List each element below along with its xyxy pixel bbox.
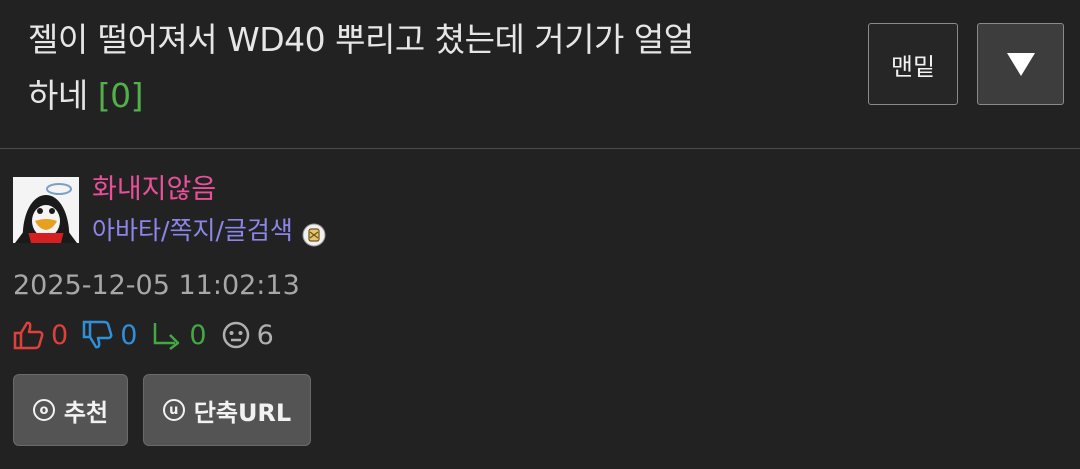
go-bottom-button[interactable]: 맨밑: [868, 23, 958, 105]
post-page: 젤이 떨어져서 WD40 뿌리고 쳤는데 거기가 얼얼하네 [0] 맨밑 화내지…: [0, 0, 1080, 469]
view-stat: 6: [221, 320, 274, 351]
thumbs-up-icon: [13, 321, 44, 350]
recommend-button[interactable]: o 추천: [13, 374, 128, 446]
comment-count[interactable]: [0]: [98, 76, 144, 115]
recommend-icon: o: [32, 399, 55, 421]
reply-count: 0: [189, 319, 207, 351]
level-badge-icon: [302, 219, 326, 247]
like-count: 0: [51, 319, 69, 351]
post-header: 젤이 떨어져서 WD40 뿌리고 쳤는데 거기가 얼얼하네 [0] 맨밑: [0, 0, 1080, 149]
author-links: 아바타 / 쪽지 / 글검색: [92, 211, 326, 251]
short-url-icon: u: [162, 399, 185, 421]
view-count: 6: [256, 319, 274, 351]
menu-toggle-button[interactable]: [977, 23, 1064, 105]
dislike-stat[interactable]: 0: [82, 320, 137, 351]
post-date: 2025-12-05 11:02:13: [13, 270, 300, 301]
avatar-link[interactable]: 아바타: [92, 211, 161, 251]
reply-arrow-icon: [154, 323, 180, 350]
triangle-down-icon: [1006, 53, 1035, 76]
avatar[interactable]: [13, 177, 79, 243]
post-title: 젤이 떨어져서 WD40 뿌리고 쳤는데 거기가 얼얼하네 [0]: [28, 12, 708, 124]
short-url-button[interactable]: u 단축URL: [143, 374, 311, 446]
face-icon: [222, 321, 249, 349]
author-name[interactable]: 화내지않음: [92, 170, 216, 210]
reaction-stats: 0 0 0 6: [13, 315, 288, 355]
dislike-count: 0: [120, 319, 138, 351]
avatar-image: [13, 177, 79, 243]
message-link[interactable]: 쪽지: [169, 211, 215, 251]
link-separator: /: [215, 216, 224, 245]
post-search-link[interactable]: 글검색: [224, 211, 293, 251]
like-stat[interactable]: 0: [13, 320, 68, 351]
recommend-label: 추천: [63, 398, 109, 427]
reply-stat[interactable]: 0: [151, 319, 207, 351]
short-url-label: 단축URL: [193, 398, 292, 427]
link-separator: /: [161, 216, 170, 245]
thumbs-down-icon: [82, 320, 113, 349]
